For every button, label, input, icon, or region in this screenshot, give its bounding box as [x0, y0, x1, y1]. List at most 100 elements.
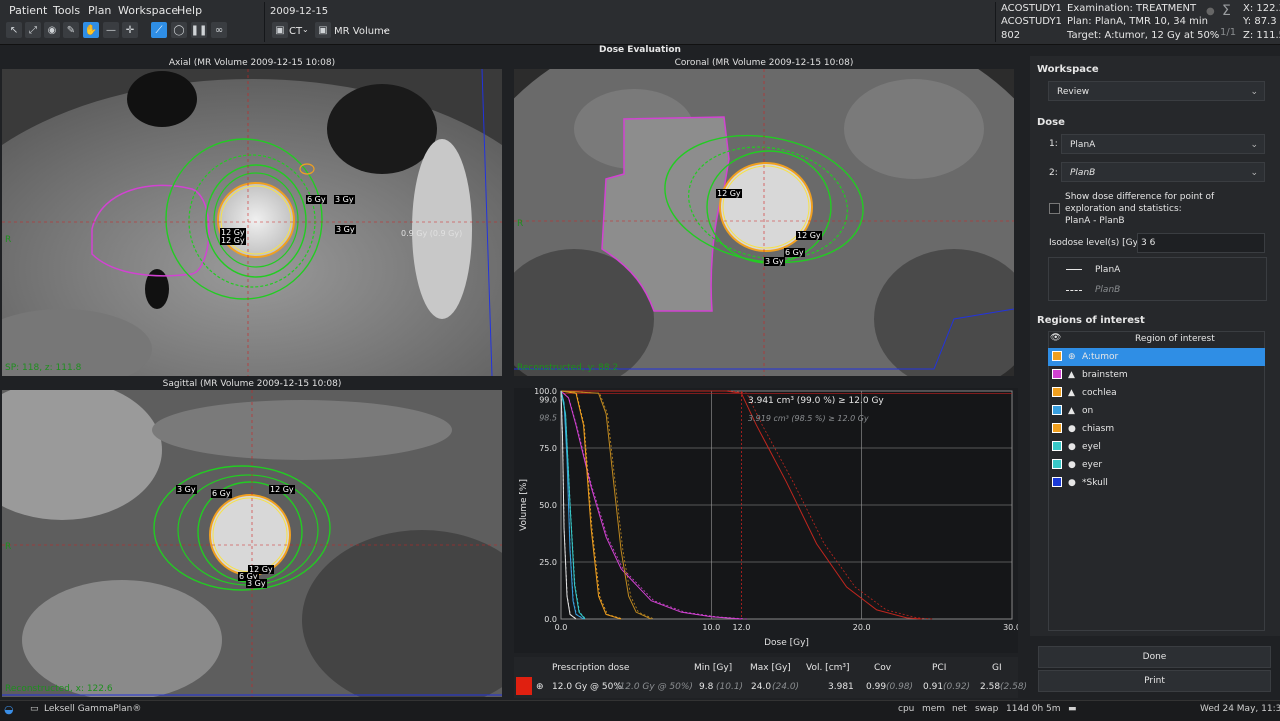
pointer-tool-icon[interactable]: ↖ — [6, 22, 22, 38]
eye-tool-icon[interactable]: ◉ — [44, 22, 60, 38]
roi-row-2[interactable]: ▲ cochlea — [1048, 384, 1265, 402]
y-tick-label: 0.0 — [544, 615, 557, 624]
y-tick-label: 25.0 — [539, 558, 557, 567]
roi-column-header: Region of interest — [1135, 334, 1215, 344]
roi-row-0[interactable]: ⊕ A:tumor — [1048, 348, 1265, 366]
axial-view[interactable]: 6 Gy 3 Gy 12 Gy 12 Gy 3 Gy 0.9 Gy (0.9 G… — [2, 69, 502, 376]
dvh-chart[interactable]: 0.0 10.0 12.0 20.0 30.0 0.0 25.0 50.0 75.0 98.5 99… — [514, 387, 1021, 653]
roi-row-6[interactable]: ● eyer — [1048, 456, 1265, 474]
dvh-annotation-plan-b: 3.919 cm³ (98.5 %) ≥ 12.0 Gy — [748, 414, 869, 423]
hand-tool-icon[interactable]: ✋ — [83, 22, 99, 38]
solid-line-icon — [1066, 269, 1082, 270]
visibility-eye-icon[interactable]: 👁 — [1050, 333, 1061, 343]
workspace-select[interactable]: Review ⌄ — [1048, 81, 1265, 101]
dvh-annotation-plan-a: 3.941 cm³ (99.0 %) ≥ 12.0 Gy — [748, 396, 884, 406]
roi-name: *Skull — [1082, 478, 1108, 488]
roi-color-swatch[interactable] — [1052, 351, 1062, 361]
zoom-tool-icon[interactable]: ⤢ — [25, 22, 41, 38]
line-tool-icon[interactable]: — — [103, 22, 119, 38]
roi-row-4[interactable]: ● chiasm — [1048, 420, 1265, 438]
plan-legend: PlanA PlanB — [1048, 257, 1267, 301]
roi-name: chiasm — [1082, 424, 1115, 434]
roi-color-swatch[interactable] — [1052, 387, 1062, 397]
coronal-view[interactable]: 12 Gy 12 Gy 6 Gy 3 Gy R Reconstructed, y… — [514, 69, 1014, 376]
statistics-table: Prescription dose Min [Gy] Max [Gy] Vol.… — [514, 657, 1027, 698]
gi-value-b: (2.58) — [1000, 682, 1028, 692]
measure-tool-icon[interactable]: ✎ — [63, 22, 79, 38]
taskbar-app[interactable]: Leksell GammaPlan® — [44, 704, 141, 714]
slice-coordinate: SP: 118, z: 111.8 — [5, 363, 82, 373]
isodose-label: 3 Gy — [176, 485, 197, 494]
roi-row-5[interactable]: ● eyel — [1048, 438, 1265, 456]
isodose-label: 12 Gy — [269, 485, 295, 494]
y-tick-label: 98.5 — [539, 413, 557, 422]
menu-tools[interactable]: Tools — [53, 4, 80, 17]
display-icon[interactable]: ▬ — [1068, 704, 1077, 714]
slice-coordinate: Reconstructed, x: 122.6 — [5, 684, 113, 694]
isodose-label: 3 Gy — [334, 195, 355, 204]
head-view-icon[interactable]: ◯ — [171, 22, 187, 38]
pci-value-b: (0.92) — [943, 682, 971, 692]
roi-row-3[interactable]: ▲ on — [1048, 402, 1265, 420]
crosshair-tool-icon[interactable]: ✛ — [122, 22, 138, 38]
roi-color-swatch[interactable] — [1052, 423, 1062, 433]
dose-difference-label: Show dose difference for point of — [1065, 192, 1215, 202]
sagittal-image — [2, 390, 502, 697]
mr-icon[interactable]: ▣ — [315, 22, 331, 38]
ct-icon[interactable]: ▣ — [272, 22, 288, 38]
start-menu-icon[interactable]: ◒ — [4, 703, 14, 716]
ruler-tool-icon[interactable]: ⟋ — [151, 22, 167, 38]
roi-color-swatch[interactable] — [1052, 369, 1062, 379]
link-icon[interactable]: ∞ — [211, 22, 227, 38]
coord-z: Z: 111.5 — [1243, 30, 1280, 41]
dose1-select[interactable]: PlanA ⌄ — [1061, 134, 1265, 154]
dose2-select[interactable]: PlanB ⌄ — [1061, 162, 1265, 182]
chevron-down-icon[interactable]: ⌄ — [302, 25, 309, 34]
roi-name: cochlea — [1082, 388, 1117, 398]
isodose-levels-input[interactable] — [1137, 233, 1265, 253]
coord-y: Y: 87.3 — [1243, 16, 1277, 27]
menu-help[interactable]: Help — [177, 4, 202, 17]
roi-color-swatch[interactable] — [1052, 405, 1062, 415]
isodose-label: 3 Gy — [764, 257, 785, 266]
menu-plan[interactable]: Plan — [88, 4, 111, 17]
menu-workspace[interactable]: Workspace — [118, 4, 178, 17]
col-gi: GI — [992, 663, 1002, 673]
plan-label: Plan: PlanA, TMR 10, 34 min — [1067, 16, 1209, 27]
status-dot-icon: ● — [1206, 6, 1215, 17]
window-title: Dose Evaluation — [599, 45, 681, 55]
target-icon: ⊕ — [1068, 352, 1076, 362]
orientation-label: R — [517, 219, 524, 229]
expand-icon[interactable]: ⊕ — [536, 682, 544, 692]
x-tick-label: 10.0 — [702, 623, 720, 632]
y-tick-label: 99.0 — [539, 395, 557, 404]
print-button[interactable]: Print — [1038, 670, 1271, 692]
col-max: Max [Gy] — [750, 663, 791, 673]
structure-dot-icon: ● — [1068, 442, 1076, 452]
done-button[interactable]: Done — [1038, 646, 1271, 668]
roi-row-1[interactable]: ▲ brainstem — [1048, 366, 1265, 384]
separator — [995, 2, 996, 42]
mem-monitor: mem — [922, 704, 946, 714]
net-monitor: net — [952, 704, 967, 714]
legend-plan-a: PlanA — [1095, 265, 1121, 275]
dvh-plot: 0.0 10.0 12.0 20.0 30.0 0.0 25.0 50.0 75.0 98.5 99… — [519, 387, 1021, 648]
prescription-color-swatch — [516, 677, 532, 695]
roi-row-7[interactable]: ● *Skull — [1048, 474, 1265, 492]
isodose-label: 6 Gy — [306, 195, 327, 204]
roi-color-swatch[interactable] — [1052, 441, 1062, 451]
pause-icon[interactable]: ❚❚ — [191, 22, 207, 38]
chevron-down-icon[interactable]: ⌄ — [382, 25, 389, 34]
roi-color-swatch[interactable] — [1052, 459, 1062, 469]
sagittal-view[interactable]: 3 Gy 6 Gy 12 Gy 12 Gy 6 Gy 3 Gy R Recons… — [2, 390, 502, 697]
dose-difference-checkbox[interactable] — [1049, 203, 1060, 214]
max-value-b: (24.0) — [772, 682, 800, 692]
sigma-icon[interactable]: Σ — [1222, 3, 1231, 19]
ct-dropdown[interactable]: CT — [289, 26, 302, 37]
isodose-label: 6 Gy — [211, 489, 232, 498]
menu-patient[interactable]: Patient — [9, 4, 47, 17]
roi-name: brainstem — [1082, 370, 1128, 380]
cov-value-b: (0.98) — [886, 682, 914, 692]
roi-name: A:tumor — [1082, 352, 1119, 362]
roi-color-swatch[interactable] — [1052, 477, 1062, 487]
